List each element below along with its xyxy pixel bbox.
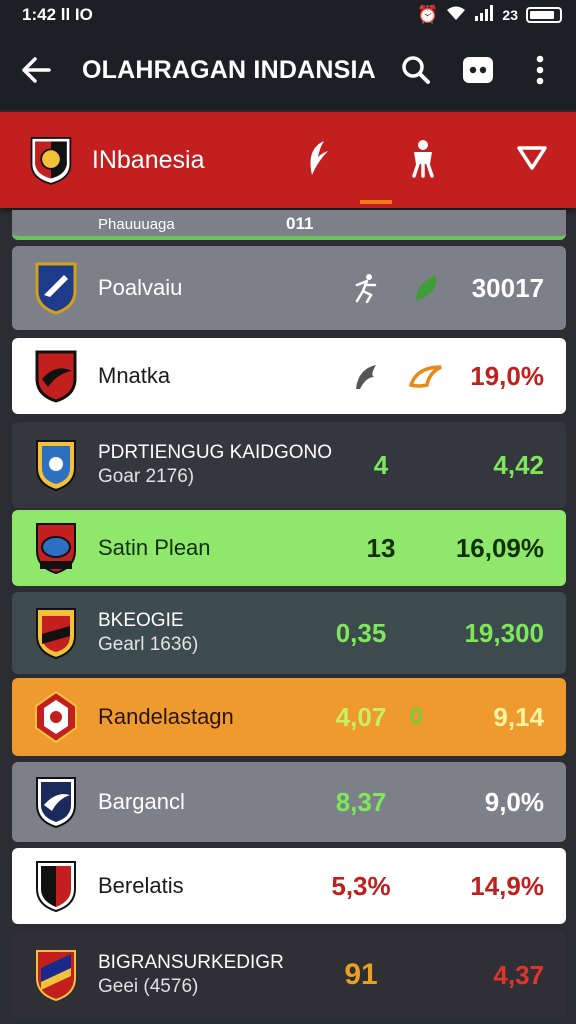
team-value: 4,37 (493, 959, 544, 990)
team-crest-icon (36, 777, 76, 829)
list-item[interactable]: BKEOGIE Gearl 1636) 0,35 19,300 (12, 592, 566, 674)
team-crest-icon (35, 350, 77, 403)
team-value: 9,0% (484, 786, 544, 817)
team-name: Satin Plean (98, 535, 211, 560)
leaf-icon (396, 273, 456, 303)
list-item[interactable]: Berelatis 5,3% 14,9% (12, 848, 566, 924)
team-stat: 0,35 (335, 617, 387, 648)
team-stat: 5,3% (331, 870, 391, 901)
list-item[interactable]: BIGRANSURKEDIGR Geei (4576) 91 4,37 (12, 932, 566, 1018)
team-value: 9,14 (493, 701, 544, 732)
team-subtitle: Gearl 1636) (98, 634, 199, 655)
signal-icon (474, 4, 494, 26)
team-value: 30017 (471, 272, 544, 303)
team-crest-icon (36, 950, 76, 1002)
gamepad-button[interactable] (458, 50, 498, 90)
search-icon (402, 56, 430, 84)
app-bar: OLAHRAGAN INDANSIA (0, 30, 576, 110)
team-value: 4,42 (493, 449, 544, 480)
team-value: 14,9% (470, 870, 544, 901)
team-header: INbanesia (0, 112, 576, 208)
team-stat: 4 (373, 449, 389, 480)
team-name: BKEOGIE (98, 610, 184, 631)
team-stat: 13 (366, 532, 396, 563)
more-button[interactable] (520, 50, 560, 90)
team-crest-icon (36, 608, 76, 660)
team-crest-icon (30, 137, 72, 185)
team-crest-icon (36, 523, 76, 575)
team-stat: 91 (344, 958, 378, 991)
list-item[interactable]: Randelastagn 4,07 0 9,14 (12, 678, 566, 756)
feather-icon (310, 140, 328, 175)
more-vertical-icon (536, 55, 544, 85)
tab-trophy[interactable] (408, 138, 438, 183)
team-name: Phauuuaga (98, 216, 175, 233)
team-value: 16,09% (455, 532, 544, 563)
team-name: BIGRANSURKEDIGR (98, 952, 284, 973)
team-stat: 8,37 (335, 786, 387, 817)
team-value: 19,0% (470, 360, 544, 391)
list-item[interactable]: Poalvaiu 30017 (12, 246, 566, 330)
page-title: OLAHRAGAN INDANSIA (82, 55, 376, 84)
network-label: 23 (502, 7, 518, 23)
filter-button[interactable] (516, 145, 548, 176)
status-icons: ⏰ 23 (417, 4, 562, 26)
status-bar: 1:42 ll IO ⏰ 23 (0, 0, 576, 30)
team-crest-icon (36, 861, 76, 913)
wifi-icon (446, 5, 466, 26)
status-time: 1:42 ll IO (22, 5, 93, 24)
alarm-icon: ⏰ (417, 5, 439, 24)
team-subtitle: Goar 2176) (98, 466, 195, 487)
team-name: Mnatka (98, 363, 171, 388)
runner-icon (336, 273, 396, 303)
back-button[interactable] (16, 50, 56, 90)
list-item[interactable]: Mnatka 19,0% (12, 338, 566, 414)
swoosh-icon (396, 363, 456, 389)
tab-feather[interactable] (302, 139, 330, 182)
team-name: PDRTIENGUG KAIDGONO (98, 442, 333, 463)
team-crest-icon (35, 690, 77, 744)
gamepad-icon (463, 57, 493, 83)
search-button[interactable] (396, 50, 436, 90)
team-name: Berelatis (98, 873, 184, 898)
list-item[interactable]: Bargancl 8,37 9,0% (12, 762, 566, 842)
team-name: Poalvaiu (98, 275, 183, 300)
tab-indicator (360, 200, 392, 204)
team-value: 19,300 (464, 617, 544, 648)
list-item[interactable]: PDRTIENGUG KAIDGONO Goar 2176) 4 4,42 (12, 422, 566, 508)
arrow-left-icon (22, 57, 51, 83)
list-item[interactable]: Phauuuaga 011 (12, 210, 566, 240)
team-name: Bargancl (98, 789, 185, 814)
bird-icon (336, 361, 396, 391)
team-value: 011 (286, 214, 314, 233)
team-crest-icon (35, 262, 77, 315)
trophy-icon (412, 139, 434, 178)
team-name: Randelastagn (98, 704, 234, 729)
battery-icon (526, 7, 562, 23)
team-subtitle: Geei (4576) (98, 976, 199, 997)
triangle-down-icon (517, 145, 547, 170)
team-stat: 4,07 (335, 701, 387, 732)
list-item[interactable]: Satin Plean 13 16,09% (12, 510, 566, 586)
team-crest-icon (36, 440, 76, 492)
team-name: INbanesia (91, 145, 205, 174)
team-marker: 0 (409, 703, 423, 730)
